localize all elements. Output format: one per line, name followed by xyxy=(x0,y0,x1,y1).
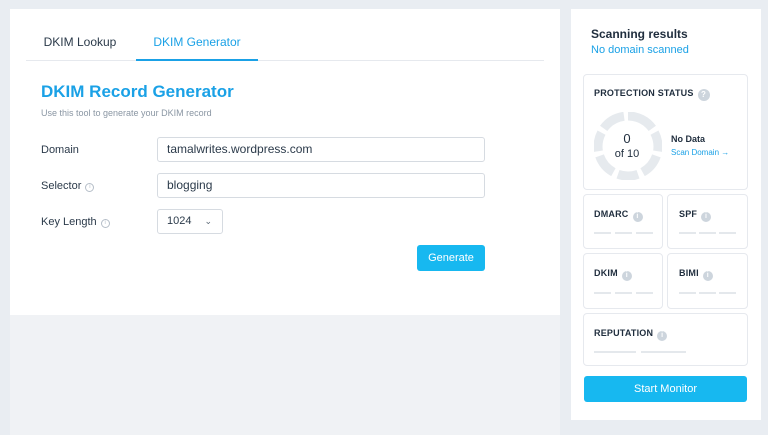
placeholder-bar xyxy=(719,292,736,294)
dkim-title: DKIM xyxy=(594,268,618,278)
key-length-label: Key Length xyxy=(41,216,97,228)
placeholder-bar xyxy=(594,232,611,234)
key-length-select[interactable]: 1024 ⌄ xyxy=(157,209,223,234)
tab-dkim-lookup[interactable]: DKIM Lookup xyxy=(36,25,124,61)
score-value: 0 xyxy=(623,131,631,146)
reputation-title: REPUTATION xyxy=(594,328,654,338)
domain-input[interactable]: tamalwrites.wordpress.com xyxy=(157,137,485,162)
help-icon: i xyxy=(702,271,713,281)
key-length-value: 1024 xyxy=(167,215,192,227)
chevron-down-icon: ⌄ xyxy=(204,216,212,226)
spf-title-row: SPF i xyxy=(679,209,712,222)
selector-label-row: Selector i xyxy=(41,180,95,192)
sidebar-title: Scanning results xyxy=(591,27,688,41)
placeholder-bar xyxy=(636,292,653,294)
placeholder-bar xyxy=(679,292,696,294)
placeholder-bar xyxy=(699,232,716,234)
sidebar-subtitle: No domain scanned xyxy=(591,44,689,56)
info-icon: i xyxy=(100,219,110,228)
help-icon: i xyxy=(632,212,643,222)
key-length-label-row: Key Length i xyxy=(41,216,110,228)
placeholder-bar xyxy=(719,232,736,234)
placeholder-bar xyxy=(615,232,632,234)
dkim-title-row: DKIM i xyxy=(594,268,632,281)
selector-input[interactable]: blogging xyxy=(157,173,485,198)
page-subtitle: Use this tool to generate your DKIM reco… xyxy=(41,108,212,118)
status-text: No Data xyxy=(671,134,706,144)
selector-label: Selector xyxy=(41,180,82,192)
page-title: DKIM Record Generator xyxy=(41,82,234,101)
generate-button[interactable]: Generate xyxy=(417,245,485,271)
scan-domain-link[interactable]: Scan Domain → xyxy=(671,148,729,157)
help-icon: ? xyxy=(697,89,710,101)
bimi-card xyxy=(667,253,748,309)
protection-status-title-row: PROTECTION STATUS? xyxy=(594,88,710,101)
spf-title: SPF xyxy=(679,209,698,219)
placeholder-bar xyxy=(594,351,636,353)
score-ring xyxy=(594,112,662,180)
placeholder-bar xyxy=(636,232,653,234)
placeholder-bar xyxy=(641,351,686,353)
dkim-card xyxy=(583,253,663,309)
panel-footer-area xyxy=(10,315,560,435)
info-icon: i xyxy=(85,183,95,192)
start-monitor-button[interactable]: Start Monitor xyxy=(584,376,747,402)
placeholder-bar xyxy=(699,292,716,294)
dmarc-title: DMARC xyxy=(594,209,629,219)
help-icon: i xyxy=(621,271,632,281)
domain-label: Domain xyxy=(41,144,79,156)
protection-status-title: PROTECTION STATUS xyxy=(594,88,694,98)
score-max: of 10 xyxy=(614,148,640,160)
bimi-title-row: BIMI i xyxy=(679,268,713,281)
help-icon: i xyxy=(657,331,668,341)
placeholder-bar xyxy=(679,232,696,234)
tab-dkim-generator[interactable]: DKIM Generator xyxy=(136,25,258,61)
bimi-title: BIMI xyxy=(679,268,699,278)
help-icon: i xyxy=(701,212,712,222)
placeholder-bar xyxy=(615,292,632,294)
reputation-title-row: REPUTATION i xyxy=(594,328,668,341)
placeholder-bar xyxy=(594,292,611,294)
tab-bar: DKIM Lookup DKIM Generator xyxy=(26,25,544,61)
dmarc-title-row: DMARC i xyxy=(594,209,643,222)
